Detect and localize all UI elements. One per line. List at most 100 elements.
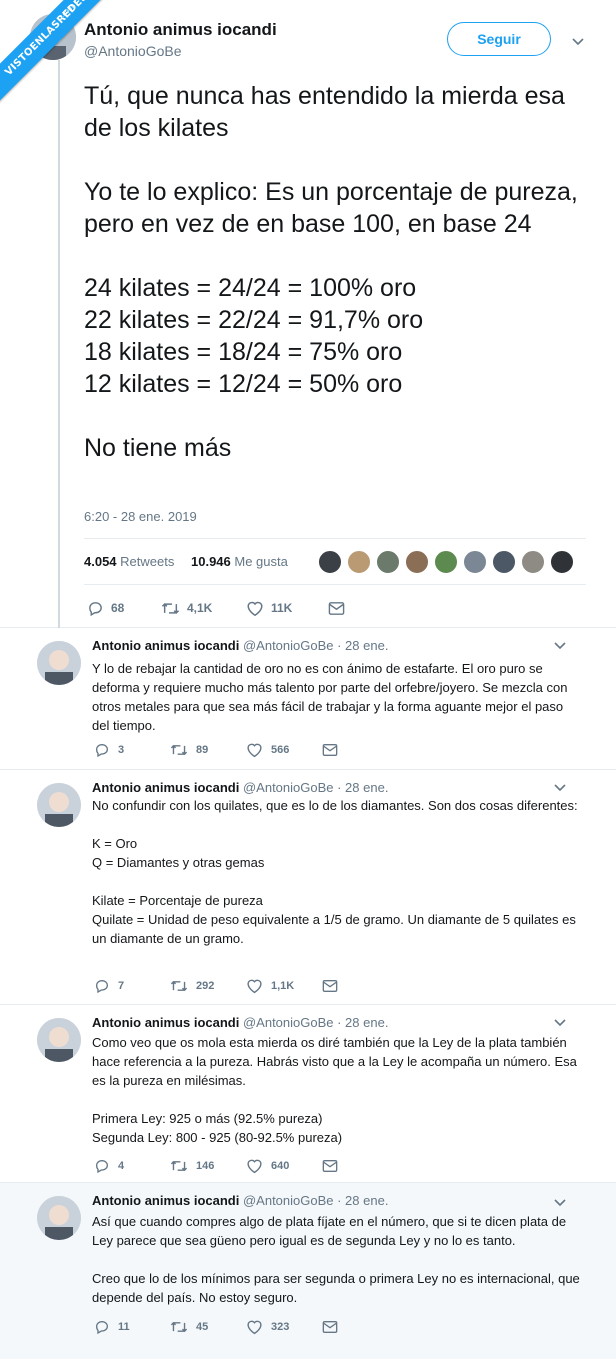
avatar[interactable] (37, 641, 81, 685)
direct-message-button[interactable] (322, 741, 346, 759)
retweet-button[interactable]: 292 (170, 977, 214, 995)
reply-button[interactable]: 7 (94, 977, 124, 995)
thread-connector (58, 60, 60, 628)
likers-avatars (317, 549, 585, 575)
tweet-paragraph: Tú, que nunca has entendido la mierda es… (84, 82, 565, 142)
retweet-icon (161, 602, 180, 614)
reply-icon (95, 1320, 109, 1335)
like-button[interactable]: 640 (246, 1157, 289, 1175)
reply-header: Antonio animus iocandi @AntonioGoBe · 28… (92, 1193, 388, 1208)
reply-tweet[interactable]: Antonio animus iocandi @AntonioGoBe · 28… (0, 628, 616, 770)
like-button[interactable]: 11K (246, 598, 292, 618)
reply-paragraph: No confundir con los quilates, que es lo… (92, 798, 578, 813)
author-handle[interactable]: @AntonioGoBe (84, 43, 182, 59)
retweet-button[interactable]: 89 (170, 741, 208, 759)
liker-avatar[interactable] (549, 549, 575, 575)
handle-date[interactable]: @AntonioGoBe · 28 ene. (243, 638, 388, 653)
reply-tweet[interactable]: Antonio animus iocandi @AntonioGoBe · 28… (0, 770, 616, 1005)
retweet-icon (170, 1321, 188, 1333)
heart-icon (247, 743, 262, 758)
retweets-label: Retweets (120, 554, 175, 569)
like-button[interactable]: 1,1K (246, 977, 294, 995)
envelope-icon (328, 601, 345, 615)
tweet-paragraph: Yo te lo explico: Es un porcentaje de pu… (84, 178, 578, 238)
like-button[interactable]: 566 (246, 741, 289, 759)
reply-paragraph: Así que cuando compres algo de plata fíj… (92, 1214, 567, 1248)
reply-tweet[interactable]: Antonio animus iocandi @AntonioGoBe · 28… (0, 1183, 616, 1359)
author-name[interactable]: Antonio animus iocandi (84, 20, 277, 40)
reply-button[interactable]: 68 (87, 598, 124, 618)
chevron-down-icon[interactable] (553, 780, 567, 794)
follow-button[interactable]: Seguir (447, 22, 551, 56)
reply-button[interactable]: 3 (94, 741, 124, 759)
like-button[interactable]: 323 (246, 1318, 289, 1336)
author-name[interactable]: Antonio animus iocandi (92, 1015, 239, 1030)
avatar[interactable] (37, 783, 81, 827)
liker-avatar[interactable] (491, 549, 517, 575)
liker-avatar[interactable] (317, 549, 343, 575)
envelope-icon (322, 980, 338, 992)
reply-count: 68 (111, 601, 125, 615)
tweet-actions: 68 4,1K 11K (84, 598, 384, 620)
like-count: 11K (271, 601, 293, 615)
reply-button[interactable]: 11 (94, 1318, 130, 1336)
timestamp[interactable]: 6:20 - 28 ene. 2019 (84, 509, 197, 524)
author-name[interactable]: Antonio animus iocandi (92, 1193, 239, 1208)
reply-icon (89, 601, 102, 616)
reply-count: 3 (118, 744, 125, 756)
retweet-count: 292 (196, 980, 215, 992)
handle-date[interactable]: @AntonioGoBe · 28 ene. (243, 1193, 388, 1208)
reply-paragraph: K = Oro Q = Diamantes y otras gemas (92, 836, 265, 870)
liker-avatar[interactable] (346, 549, 372, 575)
retweet-count: 146 (196, 1160, 215, 1172)
liker-avatar[interactable] (433, 549, 459, 575)
author-name[interactable]: Antonio animus iocandi (92, 780, 239, 795)
direct-message-button[interactable] (322, 1157, 346, 1175)
reply-count: 11 (118, 1321, 130, 1333)
tweet-paragraph: 24 kilates = 24/24 = 100% oro 22 kilates… (84, 274, 424, 398)
reply-button[interactable]: 4 (94, 1157, 124, 1175)
chevron-down-icon[interactable] (553, 638, 567, 652)
reply-count: 7 (118, 980, 125, 992)
chevron-down-icon[interactable] (553, 1015, 567, 1029)
retweet-icon (170, 744, 188, 756)
avatar[interactable] (37, 1018, 81, 1062)
like-count: 566 (271, 744, 290, 756)
reply-count: 4 (118, 1160, 125, 1172)
retweet-count: 4,1K (187, 601, 213, 615)
retweets-stat[interactable]: 4.054 Retweets (84, 554, 174, 569)
liker-avatar[interactable] (404, 549, 430, 575)
direct-message-button[interactable] (322, 1318, 346, 1336)
likes-count: 10.946 (191, 554, 231, 569)
handle-date[interactable]: @AntonioGoBe · 28 ene. (243, 780, 388, 795)
direct-message-button[interactable] (328, 598, 352, 618)
handle-date[interactable]: @AntonioGoBe · 28 ene. (243, 1015, 388, 1030)
reply-text: Y lo de rebajar la cantidad de oro no es… (92, 659, 584, 735)
retweet-count: 45 (196, 1321, 209, 1333)
retweet-button[interactable]: 4,1K (161, 598, 212, 618)
likes-stat[interactable]: 10.946 Me gusta (191, 554, 288, 569)
tweet-text: Tú, que nunca has entendido la mierda es… (84, 80, 594, 464)
chevron-down-icon[interactable] (553, 1195, 567, 1209)
reply-actions: 11 45 323 (92, 1318, 392, 1336)
like-count: 1,1K (271, 980, 295, 992)
direct-message-button[interactable] (322, 977, 346, 995)
avatar[interactable] (37, 1196, 81, 1240)
reply-actions: 7 292 1,1K (92, 977, 392, 995)
reply-header: Antonio animus iocandi @AntonioGoBe · 28… (92, 638, 388, 653)
tweet-paragraph: No tiene más (84, 434, 232, 462)
liker-avatar[interactable] (520, 549, 546, 575)
reply-paragraph: Primera Ley: 925 o más (92.5% pureza) Se… (92, 1111, 343, 1145)
retweet-button[interactable]: 45 (170, 1318, 208, 1336)
envelope-icon (322, 744, 338, 756)
liker-avatar[interactable] (462, 549, 488, 575)
retweet-icon (170, 1160, 188, 1172)
author-name[interactable]: Antonio animus iocandi (92, 638, 239, 653)
chevron-down-icon[interactable] (571, 34, 585, 48)
liker-avatar[interactable] (375, 549, 401, 575)
heart-icon (247, 1320, 262, 1335)
retweet-button[interactable]: 146 (170, 1157, 214, 1175)
like-count: 323 (271, 1321, 290, 1333)
reply-paragraph: Y lo de rebajar la cantidad de oro no es… (92, 661, 568, 733)
reply-tweet[interactable]: Antonio animus iocandi @AntonioGoBe · 28… (0, 1005, 616, 1183)
